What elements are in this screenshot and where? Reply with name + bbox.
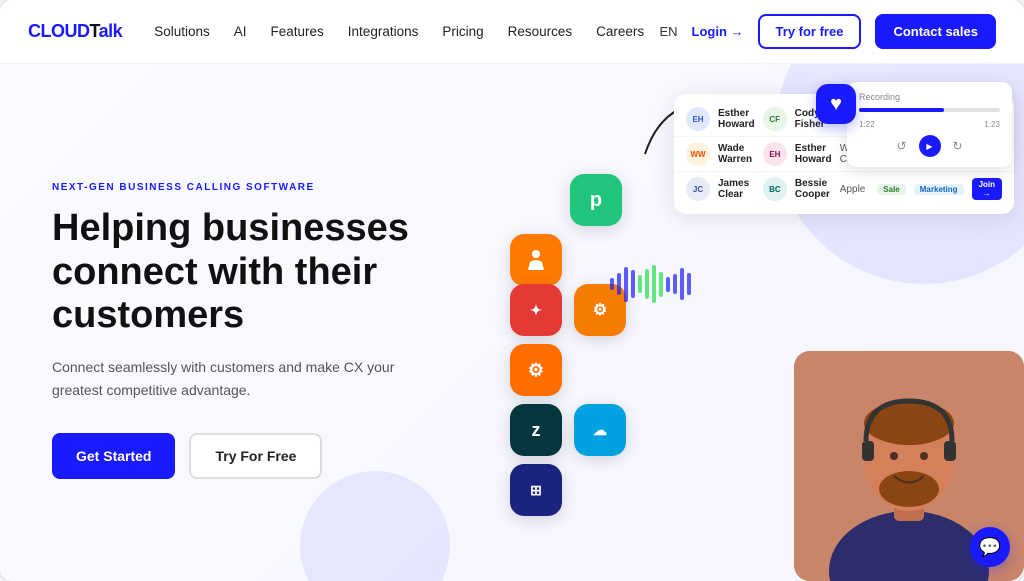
recording-progress-bar [859, 108, 1000, 112]
hero-visual: ✦ p ⚙ z ☁ ⊞ [480, 64, 1024, 581]
hero-subheadline: Connect seamlessly with customers and ma… [52, 356, 442, 401]
nav-solutions[interactable]: Solutions [154, 24, 210, 39]
rewind-icon[interactable]: ↺ [896, 139, 906, 153]
language-selector[interactable]: EN [659, 24, 677, 39]
nav-careers[interactable]: Careers [596, 24, 644, 39]
crm-name-1: Esther Howard [718, 108, 755, 130]
play-button[interactable]: ▶ [919, 135, 941, 157]
recording-times: 1:22 1:23 [859, 120, 1000, 129]
salesforce-icon: ☁ [574, 404, 626, 456]
recording-controls[interactable]: ↺ ▶ ↻ [859, 135, 1000, 157]
badge-sale-3: Sale [877, 184, 905, 195]
recording-time-end: 1:23 [984, 120, 1000, 129]
avatar-5: JC [686, 177, 710, 201]
recording-time-start: 1:22 [859, 120, 875, 129]
crm-name-6: Bessie Cooper [795, 178, 832, 200]
main-content: Next-Gen Business Calling Software Helpi… [0, 64, 1024, 581]
hubspot-icon [510, 234, 562, 286]
recording-card: Recording 1:22 1:23 ↺ ▶ ↻ [847, 82, 1012, 167]
logo[interactable]: CLOUDTalk [28, 21, 122, 42]
join-button-3[interactable]: Join → [972, 178, 1002, 200]
crm-row-3: JC James Clear BC Bessie Cooper Apple Sa… [674, 172, 1014, 206]
badge-marketing-3: Marketing [914, 184, 964, 195]
heart-icon: ♥ [816, 84, 856, 124]
hero-headline: Helping businesses connect with their cu… [52, 207, 452, 338]
audio-waveform [610, 259, 691, 309]
nav-ai[interactable]: AI [234, 24, 247, 39]
try-free-button[interactable]: Try for free [758, 14, 862, 49]
recording-label: Recording [859, 92, 1000, 102]
app-icon-2: ⊞ [510, 464, 562, 516]
nav-pricing[interactable]: Pricing [442, 24, 483, 39]
header: CLOUDTalk Solutions AI Features Integrat… [0, 0, 1024, 64]
nav-features[interactable]: Features [271, 24, 324, 39]
crm-name-3: Wade Warren [718, 143, 755, 165]
avatar-2: CF [763, 107, 787, 131]
crm-company-3: Apple [840, 184, 870, 195]
crm-name-5: James Clear [718, 178, 755, 200]
app-icon-1: ✦ [510, 284, 562, 336]
avatar-4: EH [763, 142, 787, 166]
login-button[interactable]: Login → [692, 24, 744, 39]
main-nav: Solutions AI Features Integrations Prici… [154, 24, 659, 39]
try-for-free-cta-button[interactable]: Try For Free [189, 433, 322, 479]
nav-resources[interactable]: Resources [508, 24, 573, 39]
get-started-button[interactable]: Get Started [52, 433, 175, 479]
contact-sales-button[interactable]: Contact sales [875, 14, 996, 49]
gear-app-icon: ⚙ [510, 344, 562, 396]
cta-buttons: Get Started Try For Free [52, 433, 452, 479]
header-actions: EN Login → Try for free Contact sales [659, 14, 996, 49]
hero-tagline: Next-Gen Business Calling Software [52, 182, 452, 193]
crm-name-4: Esther Howard [795, 143, 832, 165]
avatar-6: BC [763, 177, 787, 201]
avatar-1: EH [686, 107, 710, 131]
recording-progress-fill [859, 108, 944, 112]
chat-bubble-button[interactable]: 💬 [970, 527, 1010, 567]
forward-icon[interactable]: ↻ [953, 139, 963, 153]
hero-section: Next-Gen Business Calling Software Helpi… [0, 64, 480, 581]
pipedrive-icon: p [570, 174, 622, 226]
nav-integrations[interactable]: Integrations [348, 24, 419, 39]
zendesk-icon: z [510, 404, 562, 456]
avatar-3: WW [686, 142, 710, 166]
